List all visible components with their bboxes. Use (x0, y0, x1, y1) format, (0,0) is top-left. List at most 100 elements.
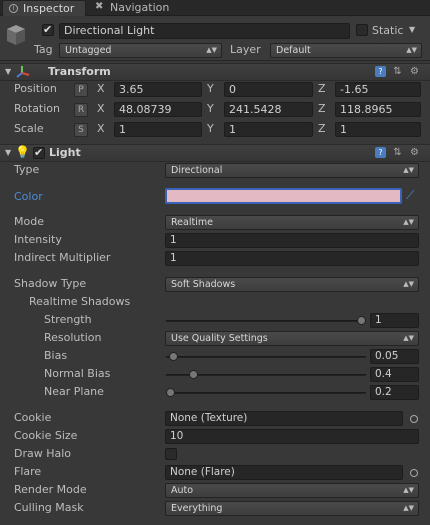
layer-label: Layer (230, 43, 261, 56)
bias-field[interactable]: 0.05 (370, 349, 419, 364)
shadow-type-label: Shadow Type (14, 277, 87, 290)
dropdown-arrow-icon: ▲▼ (403, 504, 414, 512)
shadow-type-value: Soft Shadows (171, 279, 236, 290)
near-plane-label: Near Plane (44, 385, 104, 398)
resolution-dropdown[interactable]: Use Quality Settings ▲▼ (165, 331, 419, 346)
realtime-shadows-label: Realtime Shadows (29, 295, 131, 308)
check-icon: ✔ (43, 23, 53, 36)
layer-dropdown[interactable]: Default ▲▼ (270, 43, 422, 58)
foldout-arrow-icon[interactable]: ▼ (5, 67, 11, 76)
dropdown-arrow-icon: ▲▼ (403, 334, 414, 342)
flare-label: Flare (14, 465, 42, 478)
scale-x-label[interactable]: X (97, 122, 105, 135)
tab-navigation[interactable]: ✖ Navigation (90, 0, 180, 16)
rotation-tag[interactable]: R (74, 103, 88, 117)
tag-dropdown[interactable]: Untagged ▲▼ (59, 43, 222, 58)
rotation-x-label[interactable]: X (97, 102, 105, 115)
normal-bias-field[interactable]: 0.4 (370, 367, 419, 382)
dropdown-arrow-icon: ▲▼ (403, 486, 414, 494)
tag-label: Tag (34, 43, 53, 56)
light-enabled-checkbox[interactable]: ✔ (33, 146, 45, 159)
eyedropper-icon[interactable]: ⟋ (406, 188, 414, 203)
position-x-label[interactable]: X (97, 82, 105, 95)
culling-mask-value: Everything (171, 503, 223, 514)
draw-halo-checkbox[interactable] (165, 448, 177, 460)
rotation-label: Rotation (14, 102, 61, 115)
near-plane-slider-thumb[interactable] (166, 388, 175, 397)
position-x-field[interactable]: 3.65 (114, 82, 202, 97)
strength-field[interactable]: 1 (370, 313, 419, 328)
color-swatch[interactable] (165, 188, 402, 204)
flare-field[interactable]: None (Flare) (165, 465, 403, 480)
static-checkbox[interactable] (356, 24, 368, 36)
strength-slider-track[interactable] (166, 320, 366, 322)
rotation-x-field[interactable]: 48.08739 (114, 102, 202, 117)
indirect-multiplier-field[interactable]: 1 (165, 251, 419, 266)
draw-halo-label: Draw Halo (14, 447, 72, 460)
position-y-label[interactable]: Y (207, 82, 214, 95)
scale-y-label[interactable]: Y (207, 122, 214, 135)
dropdown-arrow-icon: ▲▼ (403, 218, 414, 226)
position-tag[interactable]: P (74, 83, 88, 97)
transform-title: Transform (48, 65, 111, 78)
preset-icon[interactable]: ⇅ (392, 66, 403, 77)
cookie-label: Cookie (14, 411, 52, 424)
scale-y-field[interactable]: 1 (224, 122, 313, 137)
scale-tag[interactable]: S (74, 123, 88, 137)
rotation-y-field[interactable]: 241.5428 (224, 102, 313, 117)
dropdown-arrow-icon: ▲▼ (206, 46, 217, 54)
mode-value: Realtime (171, 217, 213, 228)
rotation-y-label[interactable]: Y (207, 102, 214, 115)
normal-bias-label: Normal Bias (44, 367, 111, 380)
strength-slider-thumb[interactable] (357, 316, 366, 325)
rotation-z-field[interactable]: 118.8965 (335, 102, 421, 117)
object-picker-icon[interactable] (410, 415, 418, 423)
dropdown-arrow-icon: ▲▼ (403, 280, 414, 288)
position-z-field[interactable]: -1.65 (335, 82, 421, 97)
cookie-size-label: Cookie Size (14, 429, 78, 442)
cookie-size-field[interactable]: 10 (165, 429, 419, 444)
static-dropdown-icon[interactable]: ▼ (409, 25, 415, 34)
foldout-arrow-icon[interactable]: ▼ (5, 148, 11, 157)
active-checkbox[interactable]: ✔ (42, 23, 54, 36)
resolution-label: Resolution (44, 331, 102, 344)
mode-label: Mode (14, 215, 44, 228)
rotation-z-label[interactable]: Z (318, 102, 326, 115)
scale-z-label[interactable]: Z (318, 122, 326, 135)
gear-icon[interactable]: ⚙ (409, 66, 420, 77)
render-mode-label: Render Mode (14, 483, 87, 496)
scale-z-field[interactable]: 1 (335, 122, 421, 137)
object-picker-icon[interactable] (410, 469, 418, 477)
position-y-field[interactable]: 0 (224, 82, 313, 97)
type-label: Type (14, 163, 40, 176)
gear-icon[interactable]: ⚙ (409, 147, 420, 158)
help-icon[interactable]: ? (375, 147, 386, 158)
color-label: Color (14, 190, 43, 203)
normal-bias-slider-thumb[interactable] (189, 370, 198, 379)
bias-slider-thumb[interactable] (169, 352, 178, 361)
near-plane-field[interactable]: 0.2 (370, 385, 419, 400)
tag-value: Untagged (65, 45, 112, 56)
preset-icon[interactable]: ⇅ (392, 147, 403, 158)
navigation-icon: ✖ (95, 1, 104, 12)
position-z-label[interactable]: Z (318, 82, 326, 95)
cookie-field[interactable]: None (Texture) (165, 411, 403, 426)
shadow-type-dropdown[interactable]: Soft Shadows ▲▼ (165, 277, 419, 292)
scale-x-field[interactable]: 1 (114, 122, 202, 137)
bias-slider-track[interactable] (166, 356, 366, 358)
static-label: Static (372, 24, 404, 37)
intensity-label: Intensity (14, 233, 62, 246)
check-icon: ✔ (34, 146, 44, 159)
object-name-field[interactable]: Directional Light (59, 23, 350, 39)
near-plane-slider-track[interactable] (166, 392, 366, 394)
gameobject-icon (5, 23, 27, 47)
intensity-field[interactable]: 1 (165, 233, 419, 248)
help-icon[interactable]: ? (375, 66, 386, 77)
tab-inspector[interactable]: i Inspector (2, 0, 86, 16)
type-dropdown[interactable]: Directional ▲▼ (165, 163, 419, 178)
transform-icon (15, 64, 31, 80)
culling-mask-dropdown[interactable]: Everything ▲▼ (165, 501, 419, 516)
mode-dropdown[interactable]: Realtime ▲▼ (165, 215, 419, 230)
indirect-multiplier-label: Indirect Multiplier (14, 251, 111, 264)
render-mode-dropdown[interactable]: Auto ▲▼ (165, 483, 419, 498)
